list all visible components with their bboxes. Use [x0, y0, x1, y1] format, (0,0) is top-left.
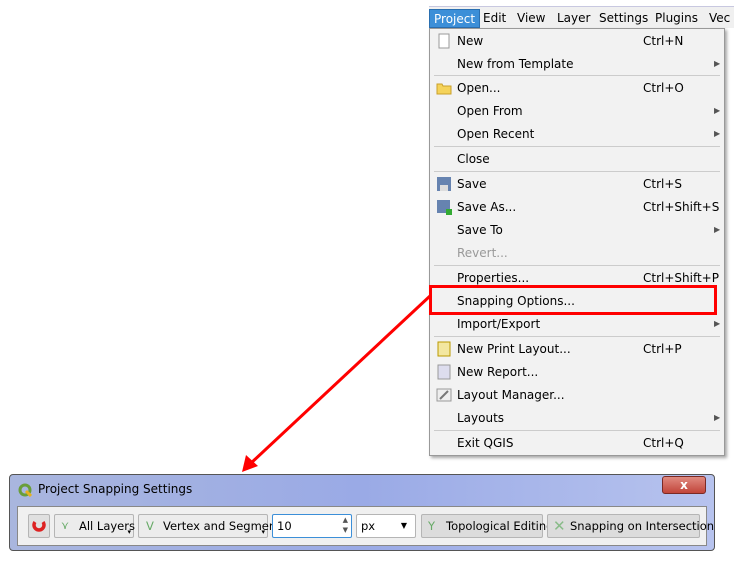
- dropdown-arrow-icon: ▾: [261, 528, 265, 536]
- intersection-icon: ✕: [553, 517, 566, 535]
- close-button[interactable]: x: [662, 476, 706, 494]
- vertex-segment-icon: V: [146, 519, 154, 533]
- topological-editing-button[interactable]: Y Topological Editing: [421, 514, 553, 538]
- snapping-toolbar: ⋎ All Layers ▾ V Vertex and Segment ▾ 10…: [17, 506, 714, 546]
- snap-mode-dropdown[interactable]: V Vertex and Segment ▾: [138, 514, 281, 538]
- qgis-logo-icon: [18, 483, 32, 497]
- dialog-title: Project Snapping Settings: [38, 482, 193, 496]
- spin-arrows-icon[interactable]: ▲ ▼: [343, 515, 348, 535]
- dropdown-arrow-icon: ▾: [127, 528, 131, 536]
- layers-icon: ⋎: [61, 519, 70, 532]
- magnet-icon: [32, 520, 46, 532]
- units-label: px: [361, 519, 376, 533]
- units-dropdown[interactable]: px ▼: [356, 514, 416, 538]
- chevron-down-icon: ▼: [400, 521, 407, 530]
- tolerance-spinbox[interactable]: 10 ▲ ▼: [272, 514, 352, 538]
- enable-snapping-button[interactable]: [28, 514, 50, 538]
- tolerance-value: 10: [277, 519, 292, 533]
- snapping-intersection-button[interactable]: ✕ Snapping on Intersection: [547, 514, 714, 538]
- topological-label: Topological Editing: [446, 519, 554, 533]
- layers-dropdown[interactable]: ⋎ All Layers ▾: [54, 514, 135, 538]
- topology-icon: Y: [428, 519, 436, 533]
- intersection-label: Snapping on Intersection: [570, 519, 715, 533]
- snapping-dialog: Project Snapping Settings x ⋎ All Layers…: [9, 474, 715, 551]
